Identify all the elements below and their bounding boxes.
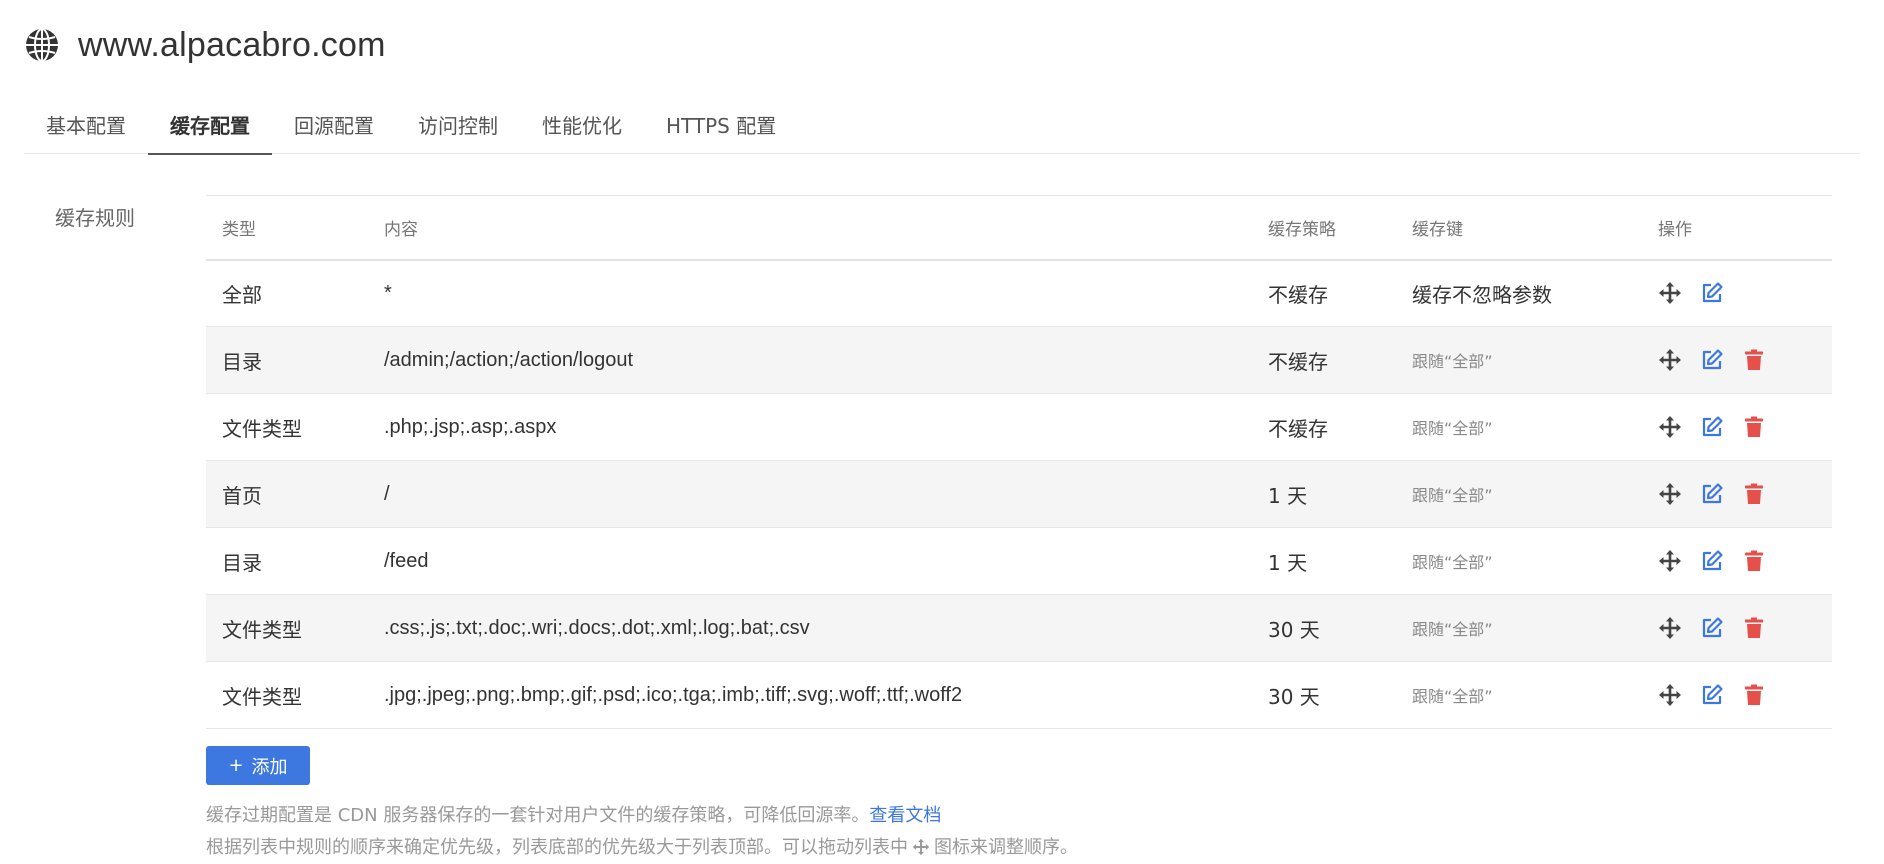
cell-key: 跟随“全部” <box>1396 326 1642 394</box>
move-icon[interactable] <box>1658 415 1682 439</box>
table-row: 首页/1 天跟随“全部” <box>206 460 1832 528</box>
note-text-1: 缓存过期配置是 CDN 服务器保存的一套针对用户文件的缓存策略，可降低回源率。 <box>206 805 870 826</box>
cell-type: 文件类型 <box>206 393 368 461</box>
row-actions <box>1658 549 1816 573</box>
table-row: 目录/feed 1 天跟随“全部” <box>206 527 1832 595</box>
row-actions <box>1658 616 1816 640</box>
edit-icon[interactable] <box>1700 549 1724 573</box>
cell-key: 跟随“全部” <box>1396 661 1642 729</box>
note-line-1: 缓存过期配置是 CDN 服务器保存的一套针对用户文件的缓存策略，可降低回源率。查… <box>206 800 1078 832</box>
cell-content: .php;.jsp;.asp;.aspx <box>368 393 1252 461</box>
edit-icon[interactable] <box>1700 415 1724 439</box>
tab-3[interactable]: 访问控制 <box>396 100 520 154</box>
table-row: 全部 * 不缓存 缓存不忽略参数 <box>206 259 1832 327</box>
cell-ops <box>1642 393 1832 461</box>
trash-icon[interactable] <box>1742 348 1766 372</box>
table-row: 文件类型 .jpg;.jpeg;.png;.bmp;.gif;.psd;.ico;… <box>206 661 1832 729</box>
page-title: www.alpacabro.com <box>78 25 386 64</box>
cell-content: .jpg;.jpeg;.png;.bmp;.gif;.psd;.ico;.tga… <box>368 661 1252 729</box>
row-actions <box>1658 281 1816 305</box>
move-icon[interactable] <box>1658 616 1682 640</box>
section-label: 缓存规则 <box>55 206 135 230</box>
cell-ops <box>1642 326 1832 394</box>
plus-icon: + <box>228 755 244 776</box>
edit-icon[interactable] <box>1700 348 1724 372</box>
cell-key: 跟随“全部” <box>1396 527 1642 595</box>
cell-policy: 不缓存 <box>1252 259 1396 327</box>
add-rule-button[interactable]: + 添加 <box>206 746 310 785</box>
edit-icon[interactable] <box>1700 616 1724 640</box>
cell-key: 跟随“全部” <box>1396 393 1642 461</box>
trash-icon[interactable] <box>1742 482 1766 506</box>
move-icon[interactable] <box>1658 549 1682 573</box>
move-icon <box>912 838 930 856</box>
cell-ops <box>1642 460 1832 528</box>
cell-policy: 1 天 <box>1252 460 1396 528</box>
cell-content: * <box>368 259 1252 327</box>
note-text-2b: 图标来调整顺序。 <box>934 837 1078 858</box>
move-icon[interactable] <box>1658 482 1682 506</box>
cell-policy: 1 天 <box>1252 527 1396 595</box>
cell-policy: 30 天 <box>1252 661 1396 729</box>
cell-type: 目录 <box>206 326 368 394</box>
add-button-label: 添加 <box>251 756 288 778</box>
move-icon[interactable] <box>1658 348 1682 372</box>
trash-icon[interactable] <box>1742 683 1766 707</box>
tab-4[interactable]: 性能优化 <box>520 100 644 154</box>
cell-ops <box>1642 259 1832 327</box>
tab-1[interactable]: 缓存配置 <box>148 100 272 155</box>
trash-icon[interactable] <box>1742 415 1766 439</box>
move-icon[interactable] <box>1658 281 1682 305</box>
help-notes: 缓存过期配置是 CDN 服务器保存的一套针对用户文件的缓存策略，可降低回源率。查… <box>206 800 1078 864</box>
edit-icon[interactable] <box>1700 482 1724 506</box>
cell-content: / <box>368 460 1252 528</box>
header-ops: 操作 <box>1642 195 1832 261</box>
note-text-2a: 根据列表中规则的顺序来确定优先级，列表底部的优先级大于列表顶部。可以拖动列表中 <box>206 837 908 858</box>
table-row: 文件类型 .css;.js;.txt;.doc;.wri;.docs;.dot;.… <box>206 594 1832 662</box>
note-line-2: 根据列表中规则的顺序来确定优先级，列表底部的优先级大于列表顶部。可以拖动列表中 图… <box>206 832 1078 864</box>
table-row: 目录/admin;/action;/action/logout 不缓存 跟随“全部” <box>206 326 1832 394</box>
cell-policy: 30 天 <box>1252 594 1396 662</box>
cell-type: 首页 <box>206 460 368 528</box>
cell-key: 缓存不忽略参数 <box>1396 259 1642 327</box>
tab-0[interactable]: 基本配置 <box>24 100 148 154</box>
cell-ops <box>1642 661 1832 729</box>
tab-2[interactable]: 回源配置 <box>272 100 396 154</box>
cell-key: 跟随“全部” <box>1396 594 1642 662</box>
cell-key: 跟随“全部” <box>1396 460 1642 528</box>
move-icon[interactable] <box>1658 683 1682 707</box>
edit-icon[interactable] <box>1700 281 1724 305</box>
config-tabs: 基本配置 缓存配置 回源配置 访问控制 性能优化 HTTPS 配置 <box>24 100 1860 155</box>
page-header: www.alpacabro.com <box>24 22 386 68</box>
cell-ops <box>1642 527 1832 595</box>
row-actions <box>1658 482 1816 506</box>
row-actions <box>1658 415 1816 439</box>
edit-icon[interactable] <box>1700 683 1724 707</box>
header-type: 类型 <box>206 195 368 261</box>
cell-policy: 不缓存 <box>1252 326 1396 394</box>
trash-icon[interactable] <box>1742 549 1766 573</box>
cell-content: .css;.js;.txt;.doc;.wri;.docs;.dot;.xml;… <box>368 594 1252 662</box>
row-actions <box>1658 348 1816 372</box>
view-docs-link[interactable]: 查看文档 <box>869 805 941 826</box>
cell-type: 文件类型 <box>206 594 368 662</box>
table-row: 文件类型 .php;.jsp;.asp;.aspx 不缓存 跟随“全部” <box>206 393 1832 461</box>
cell-content: /feed <box>368 527 1252 595</box>
cell-content: /admin;/action;/action/logout <box>368 326 1252 394</box>
header-policy: 缓存策略 <box>1252 195 1396 261</box>
cell-type: 目录 <box>206 527 368 595</box>
globe-icon <box>26 28 58 62</box>
tab-5[interactable]: HTTPS 配置 <box>644 100 798 154</box>
cache-rules-table: 类型 内容 缓存策略 缓存键 操作 全部 * 不缓存 缓存不忽略参数 目录/admin;… <box>206 195 1832 729</box>
table-header-row: 类型 内容 缓存策略 缓存键 操作 <box>206 195 1832 261</box>
row-actions <box>1658 683 1816 707</box>
trash-icon[interactable] <box>1742 616 1766 640</box>
cell-type: 文件类型 <box>206 661 368 729</box>
cell-policy: 不缓存 <box>1252 393 1396 461</box>
header-content: 内容 <box>368 195 1252 261</box>
header-key: 缓存键 <box>1396 195 1642 261</box>
cell-ops <box>1642 594 1832 662</box>
cell-type: 全部 <box>206 259 368 327</box>
